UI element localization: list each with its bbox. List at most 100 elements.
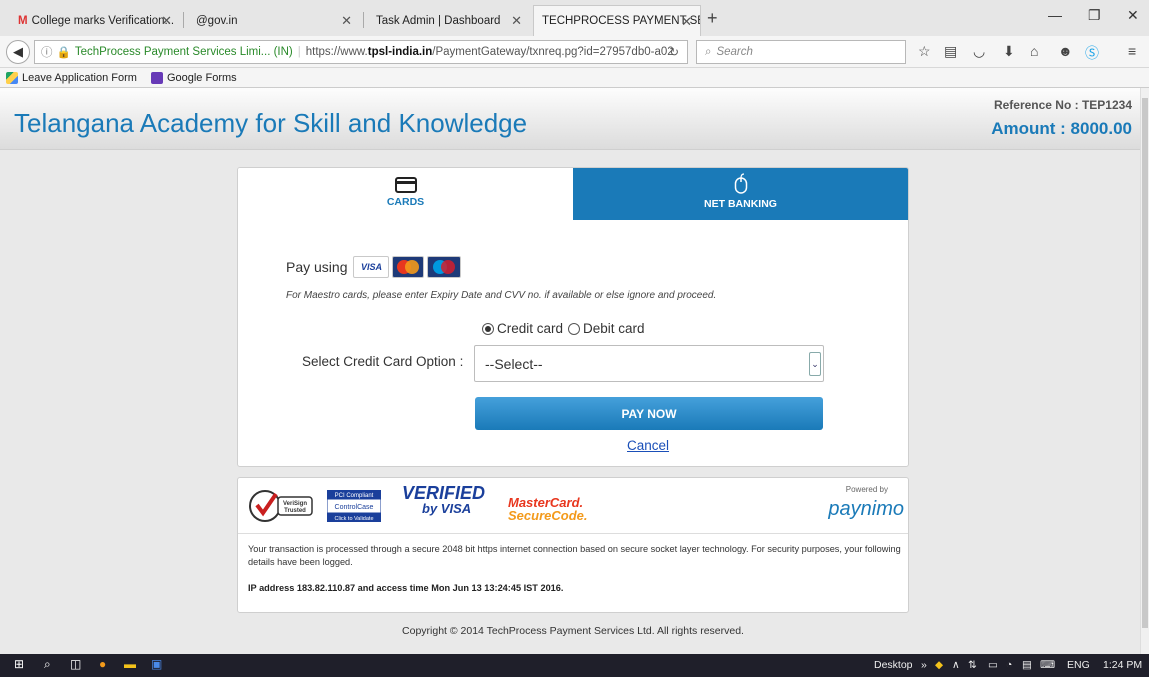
bookmarks-bar: Leave Application Form Google Forms bbox=[0, 68, 1149, 88]
amount-value: Amount : 8000.00 bbox=[991, 119, 1132, 138]
card-type-group: Credit card Debit card bbox=[482, 321, 645, 336]
firefox-icon[interactable]: ● bbox=[99, 657, 106, 671]
paynimo-logo: paynimo bbox=[828, 498, 904, 520]
by-visa-text: by VISA bbox=[422, 501, 472, 516]
language-indicator[interactable]: ENG bbox=[1067, 659, 1090, 671]
verified-by-visa-logo[interactable]: VERIFIED by VISA bbox=[402, 483, 486, 517]
securecode-text: SecureCode. bbox=[508, 508, 588, 523]
verisign-text: VeriSign bbox=[283, 501, 307, 507]
pocket-icon[interactable]: ◡ bbox=[973, 43, 985, 60]
google-drive-icon bbox=[6, 71, 18, 84]
close-icon[interactable]: ✕ bbox=[681, 14, 692, 30]
tab-gov[interactable]: @gov.in ✕ bbox=[188, 5, 360, 36]
verisign-seal-icon[interactable]: VeriSign Trusted bbox=[248, 488, 314, 526]
url-prefix: https://www. bbox=[305, 46, 368, 58]
card-option-select[interactable]: --Select-- ⌄ bbox=[474, 345, 824, 382]
select-value: --Select-- bbox=[485, 355, 543, 372]
scrollbar-thumb[interactable] bbox=[1142, 98, 1148, 628]
payment-panel: CARDS NET BANKING Pay using VISA For Mae… bbox=[237, 167, 909, 467]
reference-number: Reference No : TEP1234 bbox=[993, 98, 1132, 112]
tab-college-marks[interactable]: M College marks Verification... ✕ bbox=[10, 5, 180, 36]
bookmark-google-forms[interactable]: Google Forms bbox=[150, 71, 237, 84]
info-icon[interactable]: ⓘ bbox=[41, 44, 53, 60]
windows-taskbar: ⊞ ⌕ ◫ ● ▬ ▣ Desktop » ◆ ∧ ⇅ ▭ ◔ ▤ ⌨ ENG … bbox=[0, 654, 1149, 677]
mouse-icon bbox=[734, 173, 747, 194]
back-button[interactable]: ◀ bbox=[6, 40, 30, 64]
page-scrollbar[interactable] bbox=[1140, 88, 1149, 654]
credit-card-radio[interactable] bbox=[482, 322, 494, 335]
tab-techprocess[interactable]: TECHPROCESS PAYMENT SER... ✕ bbox=[533, 5, 701, 36]
tray-app-icon[interactable]: ◆ bbox=[935, 659, 943, 671]
chevron-up-icon[interactable]: ∧ bbox=[952, 659, 960, 671]
star-icon[interactable]: ☆ bbox=[918, 43, 931, 60]
close-icon[interactable]: ✕ bbox=[511, 13, 522, 29]
windows-start-icon[interactable]: ⊞ bbox=[14, 657, 24, 671]
reload-icon[interactable]: ↻ bbox=[669, 45, 679, 59]
bookmark-label: Google Forms bbox=[166, 71, 237, 84]
credit-card-label: Credit card bbox=[497, 321, 564, 336]
cancel-link[interactable]: Cancel bbox=[627, 438, 669, 453]
pci-compliant-text: PCI Compliant bbox=[335, 493, 374, 499]
tab-label: College marks Verification... bbox=[31, 14, 175, 27]
bookmark-leave-form[interactable]: Leave Application Form bbox=[6, 71, 137, 84]
skype-icon[interactable]: Ⓢ bbox=[1085, 43, 1099, 63]
tab-cards[interactable]: CARDS bbox=[238, 168, 573, 220]
search-input[interactable]: ⌕ Search bbox=[696, 40, 906, 64]
mastercard-securecode-logo[interactable]: MasterCard. SecureCode. bbox=[508, 496, 587, 522]
page-content: Telangana Academy for Skill and Knowledg… bbox=[0, 88, 1140, 654]
home-icon[interactable]: ⌂ bbox=[1030, 43, 1038, 59]
copyright-text: Copyright © 2014 TechProcess Payment Ser… bbox=[402, 625, 744, 637]
verified-text: VERIFIED bbox=[402, 483, 486, 503]
close-icon[interactable]: ✕ bbox=[161, 13, 172, 29]
debit-card-label: Debit card bbox=[583, 321, 645, 336]
google-forms-icon bbox=[150, 71, 163, 84]
wifi-icon[interactable]: ◔ bbox=[1006, 659, 1012, 671]
keyboard-icon[interactable]: ⌨ bbox=[1040, 659, 1055, 671]
security-seals: VeriSign Trusted PCI Compliant ControlCa… bbox=[238, 478, 908, 534]
download-icon[interactable]: ⬇ bbox=[1003, 43, 1015, 60]
debit-card-radio[interactable] bbox=[568, 322, 581, 335]
search-placeholder: Search bbox=[716, 46, 753, 58]
tab-label: TECHPROCESS PAYMENT SER... bbox=[542, 15, 700, 27]
tab-net-banking[interactable]: NET BANKING bbox=[573, 168, 908, 220]
tab-task-admin[interactable]: Task Admin | Dashboard ✕ bbox=[368, 5, 530, 36]
chevron-down-icon[interactable]: ⌄ bbox=[809, 352, 821, 376]
select-card-option-label: Select Credit Card Option : bbox=[302, 354, 464, 369]
restore-icon[interactable]: ❐ bbox=[1088, 7, 1101, 24]
security-notice: Your transaction is processed through a … bbox=[248, 544, 901, 567]
click-validate-text: Click to Validate bbox=[334, 516, 373, 522]
page-header: Telangana Academy for Skill and Knowledg… bbox=[0, 88, 1140, 150]
minimize-icon[interactable]: — bbox=[1048, 7, 1062, 23]
address-bar[interactable]: ⓘ 🔒 TechProcess Payment Services Limi...… bbox=[34, 40, 688, 64]
desktop-label[interactable]: Desktop bbox=[874, 659, 913, 671]
tab-net-banking-label: NET BANKING bbox=[704, 198, 777, 210]
tab-cards-label: CARDS bbox=[386, 196, 425, 208]
url-domain: tpsl-india.in bbox=[367, 46, 433, 58]
pay-using-row: Pay using VISA bbox=[286, 256, 462, 278]
close-icon[interactable]: ✕ bbox=[341, 13, 352, 29]
controlcase-text: ControlCase bbox=[335, 504, 374, 511]
battery-icon[interactable]: ▭ bbox=[988, 659, 998, 671]
chevron-right-icon[interactable]: » bbox=[921, 659, 927, 671]
ip-address-line: IP address 183.82.110.87 and access time… bbox=[248, 583, 564, 593]
powered-by-label: Powered by bbox=[845, 485, 888, 494]
file-explorer-icon[interactable]: ▬ bbox=[124, 657, 136, 671]
network-icon[interactable]: ⇅ bbox=[968, 659, 977, 671]
search-icon: ⌕ bbox=[705, 45, 712, 58]
page-title: Telangana Academy for Skill and Knowledg… bbox=[14, 108, 528, 138]
new-tab-icon[interactable]: + bbox=[707, 8, 718, 29]
browser-tab-bar: M College marks Verification... ✕ @gov.i… bbox=[0, 0, 1149, 36]
task-view-icon[interactable]: ◫ bbox=[70, 657, 81, 671]
word-icon[interactable]: ▣ bbox=[151, 657, 162, 671]
search-icon[interactable]: ⌕ bbox=[44, 657, 51, 672]
gmail-icon: M bbox=[18, 14, 28, 27]
extension-icon[interactable]: ☻ bbox=[1058, 43, 1073, 59]
notification-icon[interactable]: ▤ bbox=[1022, 659, 1032, 671]
pay-now-button[interactable]: PAY NOW bbox=[475, 397, 823, 430]
controlcase-seal-icon[interactable]: PCI Compliant ControlCase Click to Valid… bbox=[327, 490, 381, 522]
mastercard-logo bbox=[392, 256, 425, 278]
clock[interactable]: 1:24 PM bbox=[1103, 659, 1142, 671]
reading-list-icon[interactable]: ▤ bbox=[944, 43, 957, 60]
menu-icon[interactable]: ≡ bbox=[1128, 43, 1136, 59]
window-close-icon[interactable]: ✕ bbox=[1127, 7, 1139, 24]
